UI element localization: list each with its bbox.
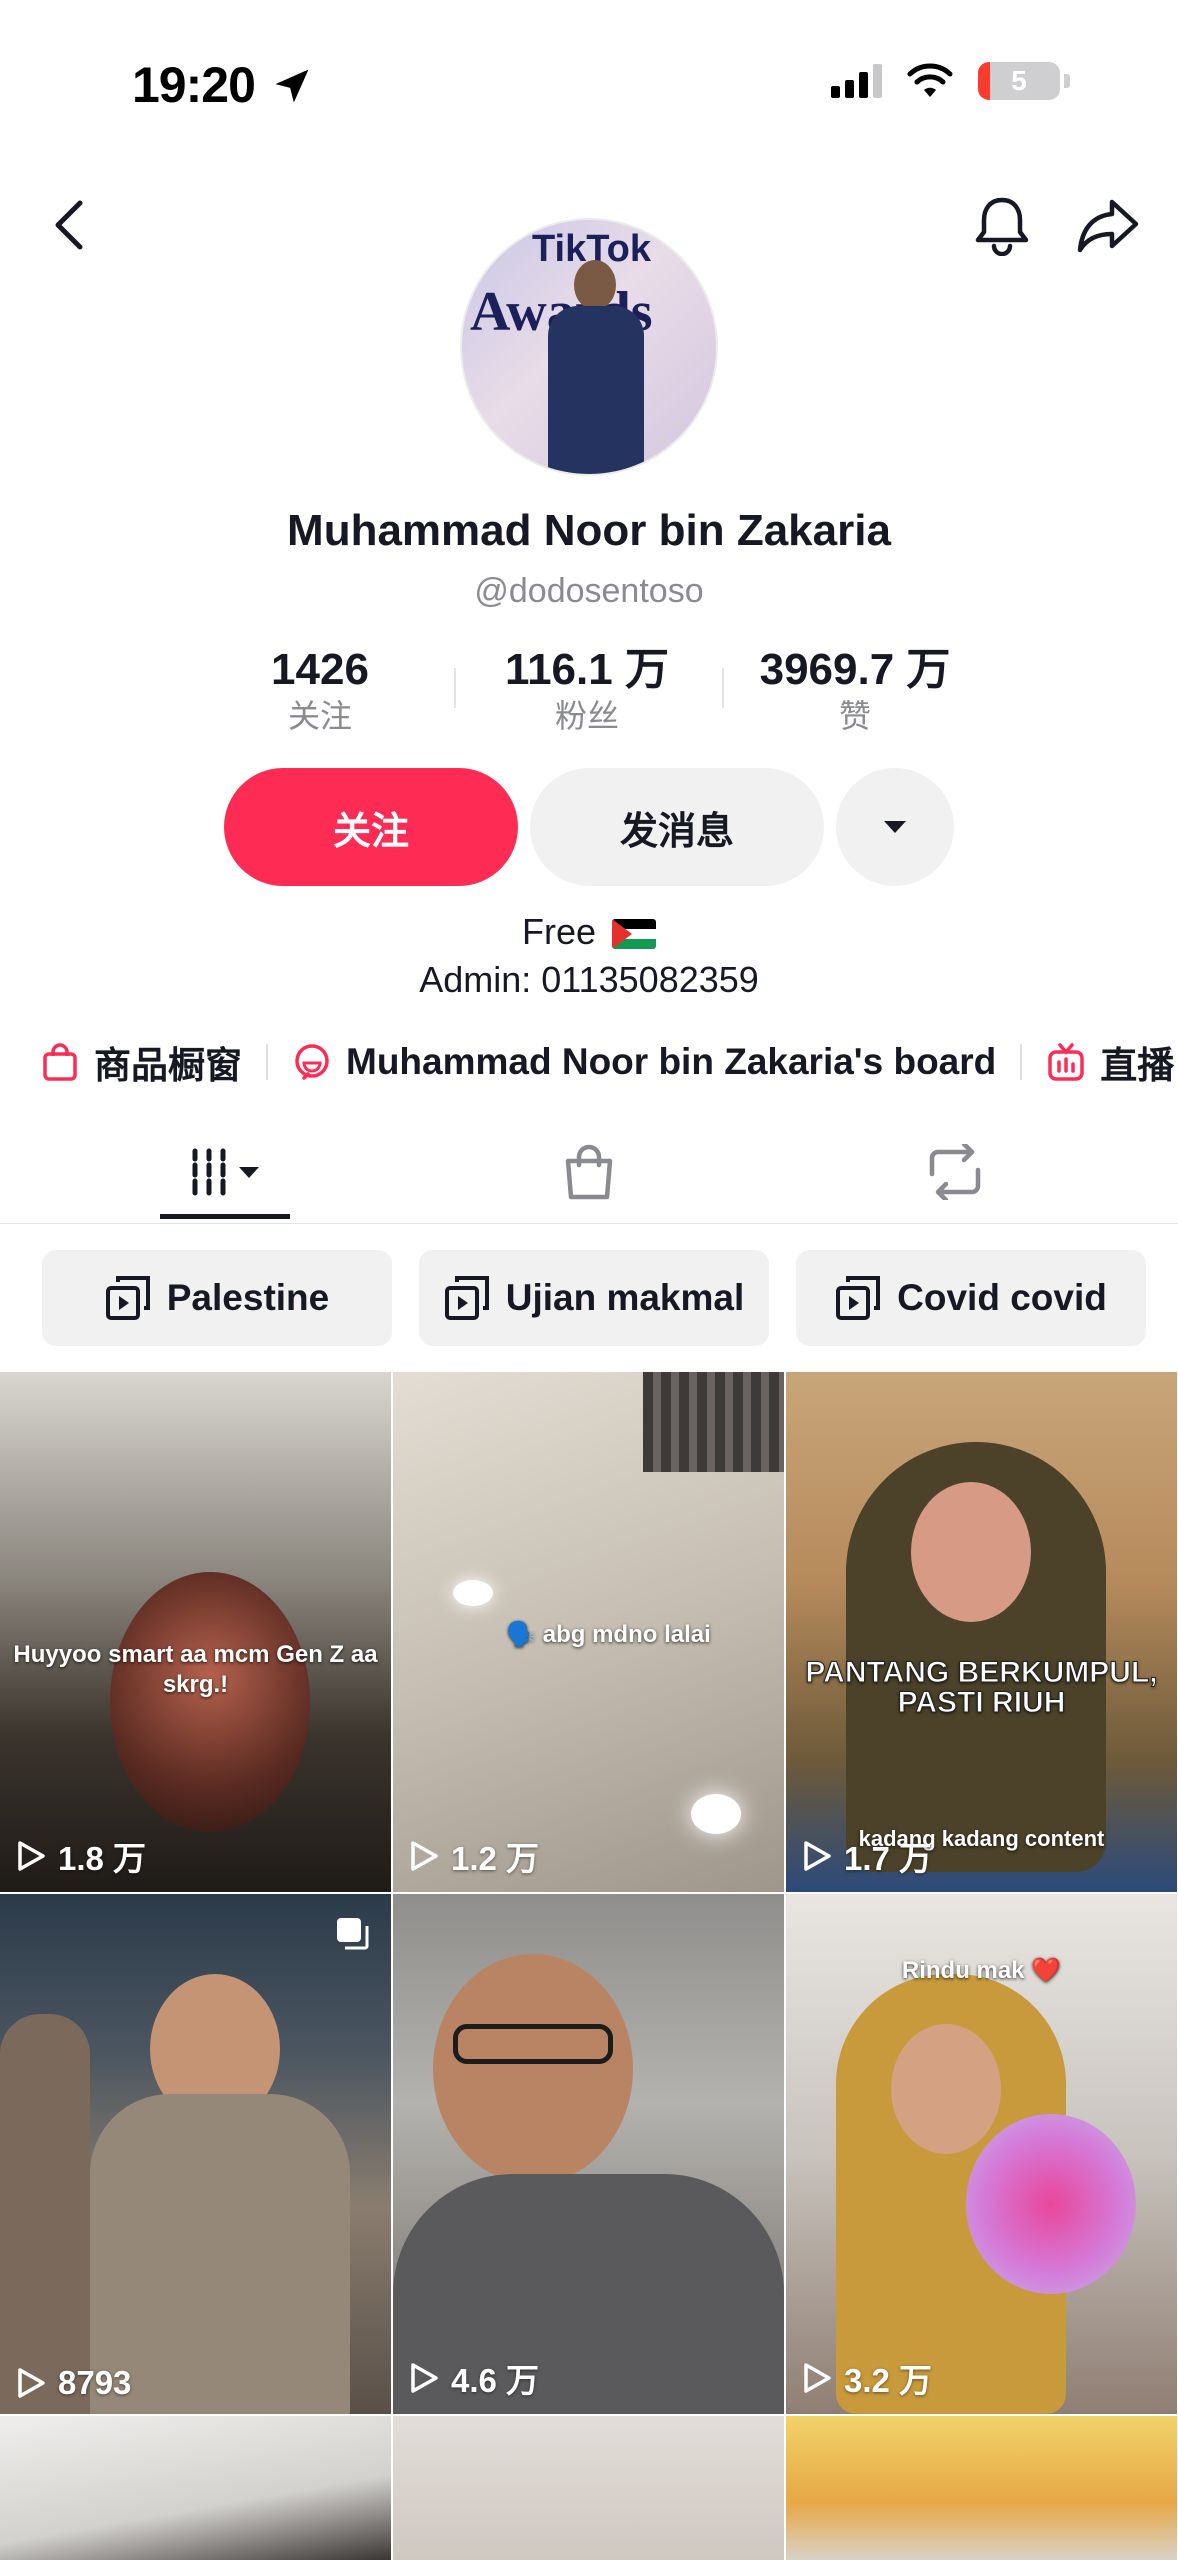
wifi-icon xyxy=(907,63,953,97)
stat-followers-value: 116.1 万 xyxy=(505,645,669,694)
battery-level: 5 xyxy=(1011,65,1027,96)
profile-name: Muhammad Noor bin Zakaria xyxy=(287,506,891,555)
message-button[interactable]: 发消息 xyxy=(530,768,824,886)
video-tile[interactable]: Huyyoo smart aa mcm Gen Z aa skrg.! 1.8 … xyxy=(0,1372,391,1892)
video-caption: PANTANG BERKUMPUL, PASTI RIUH xyxy=(805,1656,1158,1719)
board-icon xyxy=(295,1044,329,1080)
bio: Free Admin: 01135082359 xyxy=(0,908,1178,1004)
playlist-chip-ujian-makmal[interactable]: Ujian makmal xyxy=(419,1250,769,1346)
link-board[interactable]: Muhammad Noor bin Zakaria's board xyxy=(292,1041,996,1083)
video-tile[interactable]: Rindu mak ❤️ 3.2 万 xyxy=(786,1894,1177,2414)
video-views: 1.7 万 xyxy=(802,1832,932,1880)
stat-following-label: 关注 xyxy=(287,698,352,734)
link-divider xyxy=(1020,1044,1023,1080)
video-views: 4.6 万 xyxy=(409,2354,539,2402)
playlist-chip-palestine[interactable]: Palestine xyxy=(42,1250,392,1346)
video-caption: Huyyoo smart aa mcm Gen Z aa skrg.! xyxy=(13,1641,378,1698)
video-views: 1.8 万 xyxy=(16,1832,146,1880)
active-tab-indicator xyxy=(160,1214,290,1219)
playlist-icon xyxy=(444,1276,489,1320)
video-tile[interactable] xyxy=(393,2416,784,2560)
follow-button[interactable]: 关注 xyxy=(224,768,518,886)
avatar[interactable]: TikTok Awards xyxy=(460,218,718,476)
tab-shop[interactable] xyxy=(528,1120,650,1224)
bio-line-2: Admin: 01135082359 xyxy=(419,959,759,1000)
play-icon xyxy=(411,2363,438,2393)
palestine-flag-icon xyxy=(612,919,657,950)
caret-down-icon xyxy=(884,821,906,833)
link-divider xyxy=(266,1044,268,1080)
video-caption: Rindu mak ❤️ xyxy=(901,1957,1062,1984)
video-views: 1.2 万 xyxy=(409,1832,539,1880)
profile-links-row: 商品橱窗 Muhammad Noor bin Zakaria's board 直… xyxy=(40,1030,1174,1094)
video-thumbnail-subject xyxy=(110,1572,310,1832)
profile-handle: @dodosentoso xyxy=(474,572,704,610)
location-arrow-icon xyxy=(275,69,309,103)
shopping-bag-icon xyxy=(43,1043,77,1081)
play-icon xyxy=(804,1841,831,1871)
video-views-count: 8793 xyxy=(58,2364,132,2401)
shopping-bag-icon xyxy=(565,1144,613,1200)
share-arrow-icon xyxy=(1077,199,1139,253)
video-tile[interactable]: PANTANG BERKUMPUL, PASTI RIUH kadang kad… xyxy=(786,1372,1177,1892)
bell-icon xyxy=(975,197,1029,256)
tab-reposts[interactable] xyxy=(890,1120,1020,1224)
tab-videos[interactable] xyxy=(160,1120,290,1224)
playlist-icon xyxy=(836,1276,881,1320)
play-icon xyxy=(411,1841,438,1871)
live-tv-icon xyxy=(1048,1043,1084,1081)
playlist-icon xyxy=(105,1276,150,1320)
avatar-person xyxy=(548,260,644,474)
video-views-count: 1.2 万 xyxy=(451,1840,540,1877)
video-views: 3.2 万 xyxy=(802,2354,932,2402)
stat-divider xyxy=(722,668,724,708)
play-icon xyxy=(804,2363,831,2393)
stat-followers[interactable]: 116.1 万 粉丝 xyxy=(467,644,707,736)
playlist-label: Palestine xyxy=(166,1277,330,1318)
back-button[interactable] xyxy=(44,190,96,260)
playlist-chip-covid[interactable]: Covid covid xyxy=(796,1250,1146,1346)
multi-photo-icon xyxy=(337,1918,369,1950)
notifications-button[interactable] xyxy=(970,190,1034,260)
video-tile[interactable]: 4.6 万 xyxy=(393,1894,784,2414)
link-live-label: 直播 xyxy=(1100,1045,1175,1086)
video-tile[interactable]: 8793 xyxy=(0,1894,391,2414)
link-showcase-label: 商品橱窗 xyxy=(94,1045,242,1086)
video-tile[interactable]: 🗣️ abg mdno lalai 1.2 万 xyxy=(393,1372,784,1892)
stat-likes-value: 3969.7 万 xyxy=(759,645,951,694)
video-views-count: 1.8 万 xyxy=(58,1840,147,1877)
stat-divider xyxy=(454,668,456,708)
link-board-label: Muhammad Noor bin Zakaria's board xyxy=(346,1041,997,1082)
repost-icon xyxy=(929,1144,981,1200)
video-tile[interactable] xyxy=(0,2416,391,2560)
video-views: 8793 xyxy=(16,2364,131,2402)
stat-following-value: 1426 xyxy=(271,645,369,694)
videos-grid-icon xyxy=(192,1148,259,1196)
status-indicators: 5 xyxy=(831,62,1070,100)
stat-likes-label: 赞 xyxy=(838,698,871,734)
stat-followers-label: 粉丝 xyxy=(554,698,619,734)
play-icon xyxy=(18,1841,45,1871)
video-views-count: 3.2 万 xyxy=(844,2362,933,2399)
video-caption: 🗣️ abg mdno lalai xyxy=(506,1621,711,1648)
more-options-button[interactable] xyxy=(836,768,954,886)
status-bar: 19:20 5 xyxy=(0,0,1178,170)
battery-indicator: 5 xyxy=(978,62,1060,100)
content-tabs xyxy=(0,1120,1178,1224)
chevron-left-icon xyxy=(55,200,83,250)
bio-line-1: Free xyxy=(521,911,596,952)
stat-following[interactable]: 1426 关注 xyxy=(200,644,440,736)
link-showcase[interactable]: 商品橱窗 xyxy=(40,1035,242,1089)
status-time: 19:20 xyxy=(132,57,256,113)
share-button[interactable] xyxy=(1072,190,1144,260)
play-icon xyxy=(18,2368,45,2398)
video-tile[interactable] xyxy=(786,2416,1177,2560)
cellular-signal-icon xyxy=(831,64,882,98)
stat-likes[interactable]: 3969.7 万 赞 xyxy=(735,644,975,736)
video-views-count: 4.6 万 xyxy=(451,2362,540,2399)
video-views-count: 1.7 万 xyxy=(844,1840,933,1877)
playlist-label: Ujian makmal xyxy=(505,1277,745,1318)
link-live[interactable]: 直播 xyxy=(1046,1035,1174,1089)
playlist-label: Covid covid xyxy=(897,1277,1107,1318)
